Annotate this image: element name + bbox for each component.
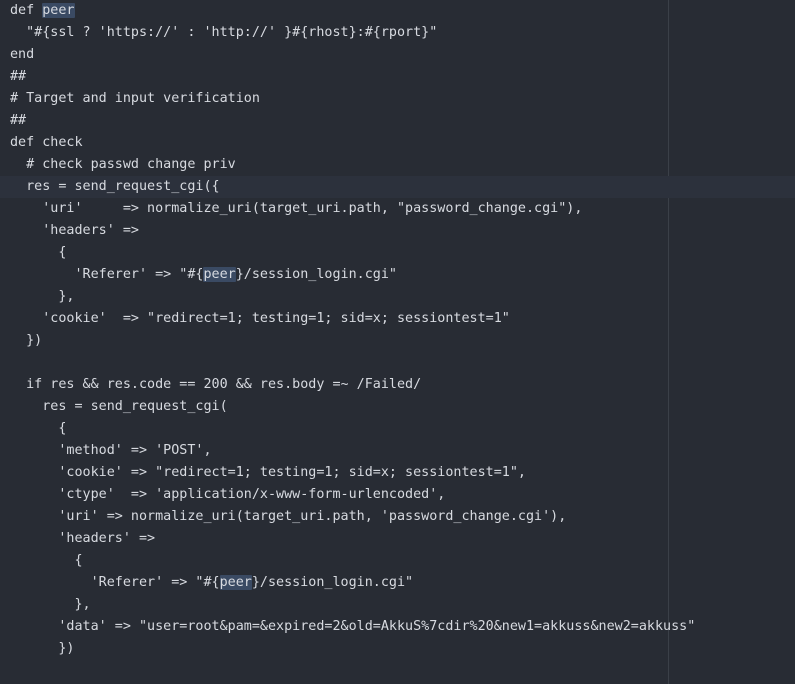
code-text: def	[10, 3, 43, 18]
code-line[interactable]: 'headers' =>	[0, 528, 795, 550]
code-line[interactable]: {	[0, 242, 795, 264]
code-line[interactable]: 'uri' => normalize_uri(target_uri.path, …	[0, 506, 795, 528]
code-line[interactable]: def peer	[0, 0, 795, 22]
code-line[interactable]: })	[0, 638, 795, 660]
word-highlight: peer	[42, 3, 75, 18]
code-line[interactable]: 'cookie' => "redirect=1; testing=1; sid=…	[0, 462, 795, 484]
code-line[interactable]: 'headers' =>	[0, 220, 795, 242]
code-line[interactable]: res = send_request_cgi({	[0, 176, 795, 198]
code-line[interactable]: 'ctype' => 'application/x-www-form-urlen…	[0, 484, 795, 506]
code-line[interactable]: res = send_request_cgi(	[0, 396, 795, 418]
code-text: 'Referer' => "#{	[10, 267, 204, 282]
code-text: 'Referer' => "#{	[10, 575, 220, 590]
code-line[interactable]	[0, 352, 795, 374]
code-lines[interactable]: def peer "#{ssl ? 'https://' : 'http://'…	[0, 0, 795, 660]
word-highlight: peer	[219, 575, 252, 590]
code-line[interactable]: {	[0, 418, 795, 440]
code-line[interactable]: def check	[0, 132, 795, 154]
code-text: }/session_login.cgi"	[235, 267, 397, 282]
code-line[interactable]: # Target and input verification	[0, 88, 795, 110]
code-line[interactable]: "#{ssl ? 'https://' : 'http://' }#{rhost…	[0, 22, 795, 44]
code-line[interactable]: if res && res.code == 200 && res.body =~…	[0, 374, 795, 396]
code-line[interactable]: 'method' => 'POST',	[0, 440, 795, 462]
code-line[interactable]: 'Referer' => "#{peer}/session_login.cgi"	[0, 572, 795, 594]
code-line[interactable]: ##	[0, 66, 795, 88]
code-line[interactable]: 'uri' => normalize_uri(target_uri.path, …	[0, 198, 795, 220]
code-line[interactable]: },	[0, 286, 795, 308]
code-line[interactable]: end	[0, 44, 795, 66]
code-line[interactable]: 'data' => "user=root&pam=&expired=2&old=…	[0, 616, 795, 638]
code-line[interactable]: ##	[0, 110, 795, 132]
code-line[interactable]: 'Referer' => "#{peer}/session_login.cgi"	[0, 264, 795, 286]
code-text: }/session_login.cgi"	[251, 575, 414, 590]
word-highlight: peer	[203, 267, 236, 282]
code-line[interactable]: },	[0, 594, 795, 616]
code-line[interactable]: 'cookie' => "redirect=1; testing=1; sid=…	[0, 308, 795, 330]
code-line[interactable]: })	[0, 330, 795, 352]
code-line[interactable]: {	[0, 550, 795, 572]
code-editor[interactable]: def peer "#{ssl ? 'https://' : 'http://'…	[0, 0, 795, 684]
code-line[interactable]: # check passwd change priv	[0, 154, 795, 176]
